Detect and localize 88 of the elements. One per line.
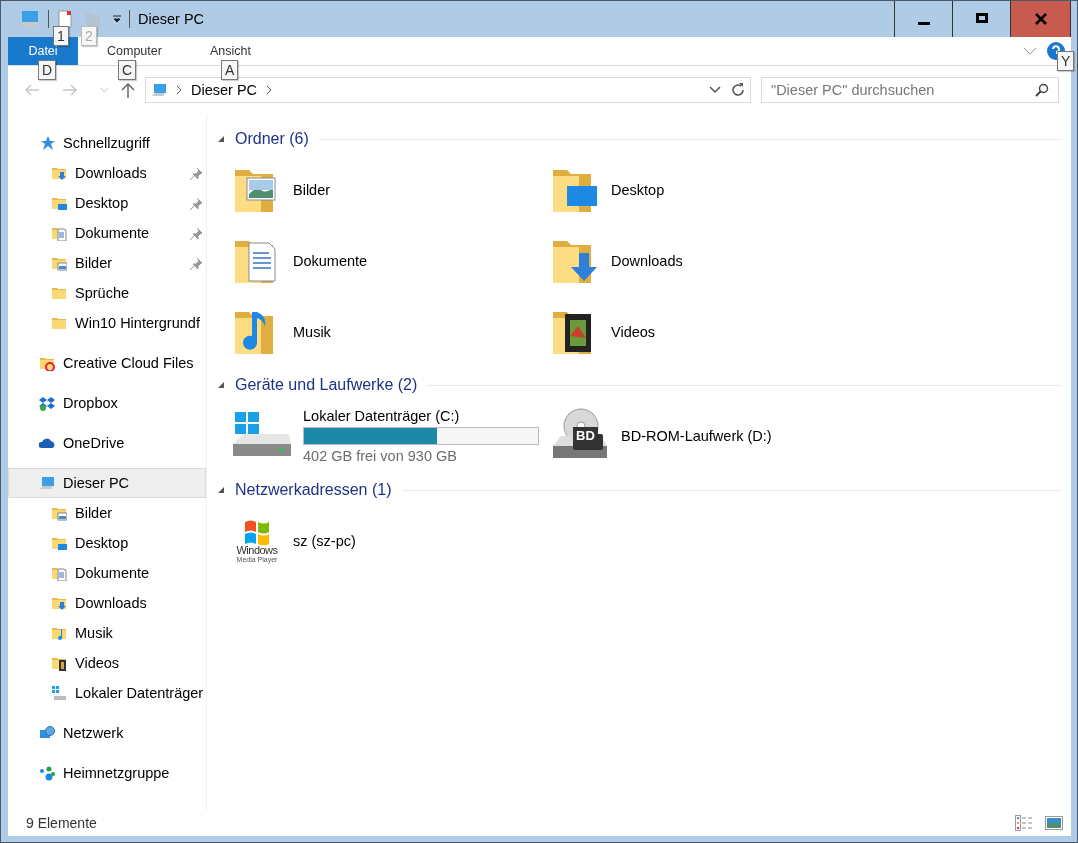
computer-icon <box>39 475 55 491</box>
sidebar-item[interactable]: Heimnetzgruppe <box>8 758 206 788</box>
sidebar-item[interactable]: Dropbox <box>8 388 206 418</box>
expand-arrow-icon[interactable] <box>217 486 225 494</box>
window-title: Dieser PC <box>138 11 205 27</box>
pictures-folder-icon <box>51 505 67 521</box>
sidebar-item[interactable]: Downloads <box>8 588 206 618</box>
computer-icon <box>18 10 40 28</box>
item-name[interactable]: BD-ROM-Laufwerk (D:) <box>621 428 772 444</box>
sidebar-item[interactable]: Dokumente <box>8 218 206 248</box>
expand-arrow-icon[interactable] <box>217 381 225 389</box>
close-button[interactable] <box>1010 1 1071 38</box>
status-text: 9 Elemente <box>26 815 97 831</box>
item-name[interactable]: sz (sz-pc) <box>293 533 356 549</box>
documents-folder-icon <box>51 225 67 241</box>
desktop-folder-icon <box>51 195 67 211</box>
section-title[interactable]: Netzwerkadressen (1) <box>235 481 392 499</box>
sidebar-item[interactable]: Dieser PC <box>8 468 206 498</box>
sidebar-item[interactable]: Sprüche <box>8 278 206 308</box>
minimize-icon <box>917 22 930 25</box>
storage-text: 402 GB frei von 930 GB <box>303 448 458 464</box>
dropdown-icon[interactable] <box>113 15 121 23</box>
properties-icon[interactable] <box>57 10 73 28</box>
tiles-view-icon[interactable] <box>1045 816 1063 830</box>
sidebar-item[interactable]: Musik <box>8 618 206 648</box>
maximize-icon <box>975 13 988 25</box>
keytip: Y <box>1057 51 1075 71</box>
sidebar-item[interactable]: Desktop <box>8 528 206 558</box>
cloud-folder-icon <box>39 355 55 371</box>
folder-icon <box>51 285 67 301</box>
sidebar-item[interactable]: Videos <box>8 648 206 678</box>
videos-folder-icon <box>51 655 67 671</box>
pictures-folder-icon <box>51 255 67 271</box>
sidebar-item[interactable]: Win10 Hintergrundf <box>8 308 206 338</box>
keytip: D <box>38 60 57 80</box>
pin-icon[interactable] <box>190 168 202 180</box>
pin-icon[interactable] <box>190 198 202 210</box>
sidebar-item[interactable]: Bilder <box>8 248 206 278</box>
item-name[interactable]: Musik <box>293 323 331 340</box>
downloads-folder-icon <box>51 165 67 181</box>
address-bar[interactable]: Dieser PC <box>145 77 751 103</box>
search-icon[interactable] <box>1035 83 1049 97</box>
search-field[interactable]: "Dieser PC" durchsuchen <box>761 77 1059 103</box>
item-name[interactable]: Videos <box>611 323 656 340</box>
keytip: 2 <box>81 26 97 46</box>
breadcrumb[interactable]: Dieser PC <box>191 82 258 98</box>
sidebar-item[interactable]: Lokaler Datenträger <box>8 678 206 708</box>
boxes-icon <box>39 395 55 411</box>
expand-arrow-icon[interactable] <box>217 135 225 143</box>
pin-icon[interactable] <box>190 228 202 240</box>
keytip: 1 <box>53 26 69 46</box>
folder-icon <box>51 315 67 331</box>
sidebar-item[interactable]: Bilder <box>8 498 206 528</box>
keytip: A <box>220 60 239 80</box>
item-name[interactable]: Downloads <box>611 252 683 269</box>
sidebar-item[interactable]: Schnellzugriff <box>8 128 206 158</box>
sidebar-item[interactable]: Downloads <box>8 158 206 188</box>
chevron-down-icon[interactable] <box>709 86 721 94</box>
downloads-folder-icon <box>51 595 67 611</box>
details-view-icon[interactable] <box>1015 815 1033 831</box>
desktop-folder-icon <box>51 535 67 551</box>
close-icon <box>1034 13 1047 25</box>
sidebar-item[interactable]: OneDrive <box>8 428 206 458</box>
music-folder-icon <box>51 625 67 641</box>
homegroup-icon <box>39 765 55 781</box>
sidebar-item[interactable]: Dokumente <box>8 558 206 588</box>
item-name[interactable]: Dokumente <box>293 252 368 269</box>
flag-icon <box>242 518 272 545</box>
chevron-right-icon[interactable] <box>176 85 182 95</box>
item-name[interactable]: Desktop <box>611 181 665 198</box>
section-title[interactable]: Ordner (6) <box>235 130 309 148</box>
pin-icon[interactable] <box>190 258 202 270</box>
star-icon <box>39 135 55 151</box>
computer-icon <box>151 82 167 98</box>
keytip: C <box>118 60 137 80</box>
item-name[interactable]: Bilder <box>293 181 331 198</box>
up-arrow-icon[interactable] <box>121 82 135 98</box>
sidebar-item[interactable]: Creative Cloud Files <box>8 348 206 378</box>
logo-text: Windows <box>236 544 278 556</box>
chevron-right-icon[interactable] <box>266 85 273 95</box>
documents-folder-icon <box>51 565 67 581</box>
item-name[interactable]: Lokaler Datenträger (C:) <box>303 408 539 424</box>
sidebar-item[interactable]: Desktop <box>8 188 206 218</box>
drive-icon <box>51 685 67 701</box>
network-icon <box>39 725 55 741</box>
refresh-icon[interactable] <box>730 82 746 98</box>
sidebar-item[interactable]: Netzwerk <box>8 718 206 748</box>
section-title[interactable]: Geräte und Laufwerke (2) <box>235 376 418 394</box>
